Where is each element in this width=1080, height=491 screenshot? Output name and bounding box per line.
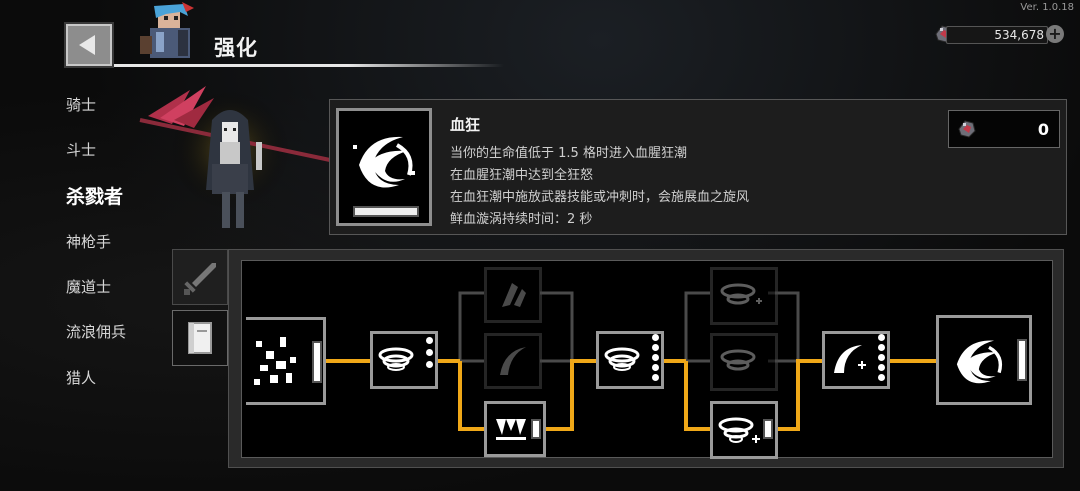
skill-cost-box[interactable]: 0: [948, 110, 1060, 148]
level-pips: [652, 334, 660, 381]
whirlwind-icon: [378, 347, 414, 371]
sword-icon: [184, 263, 216, 295]
slash-plus-icon: [834, 345, 866, 373]
skill-desc-line-3: 在血狂潮中施放武器技能或冲刺时，会施展血之旋风: [450, 190, 750, 205]
skill-node-b-top[interactable]: [710, 267, 778, 325]
gem-icon: [958, 120, 976, 138]
class-item-fighter[interactable]: 斗士: [66, 139, 96, 160]
skill-name: 血狂: [450, 116, 481, 134]
skill-node-a-top[interactable]: [484, 267, 542, 323]
skill-node-b-bottom[interactable]: [710, 401, 778, 459]
blood-whirl-icon: [353, 136, 415, 188]
whirlwind-plus-icon: [718, 417, 760, 443]
blood-whirl-icon: [956, 340, 1003, 384]
claw-icon: [502, 283, 526, 307]
sword-tab[interactable]: [172, 249, 228, 305]
class-item-hunter[interactable]: 猎人: [66, 367, 96, 388]
node-slot-indicator: [1017, 339, 1027, 381]
currency-value: 534,678: [994, 28, 1044, 42]
class-item-slayer[interactable]: 杀戮者: [66, 182, 123, 209]
page-title: 强化: [214, 36, 258, 60]
class-item-knight[interactable]: 骑士: [66, 94, 96, 115]
skill-tree-panel: [228, 249, 1064, 468]
player-avatar: [140, 2, 194, 58]
level-pips: [426, 337, 434, 383]
class-item-gunner[interactable]: 神枪手: [66, 231, 111, 252]
skill-node-whirl-2[interactable]: [596, 331, 664, 389]
node-slot-indicator: [312, 341, 322, 383]
whirlwind-icon: [604, 347, 640, 371]
skill-slot-bar: [353, 206, 419, 217]
skill-node-slash-plus[interactable]: [822, 331, 890, 389]
back-arrow-icon: [79, 35, 95, 55]
skill-node-b-middle[interactable]: [710, 333, 778, 391]
plus-icon: +: [1048, 24, 1062, 43]
skill-icon-frame: [336, 108, 432, 226]
title-underline: [114, 64, 504, 67]
skill-cost-value: 0: [1037, 120, 1049, 139]
skill-detail-panel: 血狂 当你的生命值低于 1.5 格时进入血腥狂潮 在血腥狂潮中达到全狂怒 在血狂…: [329, 99, 1067, 235]
node-slot-indicator: [763, 419, 773, 439]
class-item-mage[interactable]: 魔道士: [66, 276, 111, 297]
whirlwind-plus-icon: [720, 283, 762, 305]
skill-node-final-blood-frenzy[interactable]: [936, 315, 1032, 405]
level-pips: [878, 334, 886, 381]
skill-node-start[interactable]: [246, 317, 326, 405]
back-button[interactable]: [66, 24, 112, 66]
skill-desc-line-2: 在血腥狂潮中达到全狂怒: [450, 168, 594, 183]
skill-node-a-bottom[interactable]: [484, 401, 546, 457]
slash-icon: [500, 347, 526, 375]
slayer-character-sprite: [139, 86, 331, 228]
node-slot-indicator: [531, 419, 541, 439]
version-label: Ver. 1.0.18: [1020, 2, 1074, 13]
fangs-icon: [496, 419, 526, 440]
skill-node-whirl-1[interactable]: [370, 331, 438, 389]
whirlwind-icon: [720, 349, 756, 371]
blood-splatter-icon: [254, 337, 296, 385]
skill-tree-canvas: [241, 260, 1053, 459]
class-item-mercenary[interactable]: 流浪佣兵: [66, 321, 126, 342]
add-currency-button[interactable]: +: [1046, 25, 1064, 43]
currency-display: 534,678 +: [932, 22, 1064, 48]
skill-desc-line-1: 当你的生命值低于 1.5 格时进入血腥狂潮: [450, 146, 687, 161]
skill-desc-line-4: 鲜血漩涡持续时间：2 秒: [450, 212, 593, 227]
book-tab[interactable]: [172, 310, 228, 366]
skill-node-a-middle[interactable]: [484, 333, 542, 389]
book-icon: [188, 322, 212, 354]
